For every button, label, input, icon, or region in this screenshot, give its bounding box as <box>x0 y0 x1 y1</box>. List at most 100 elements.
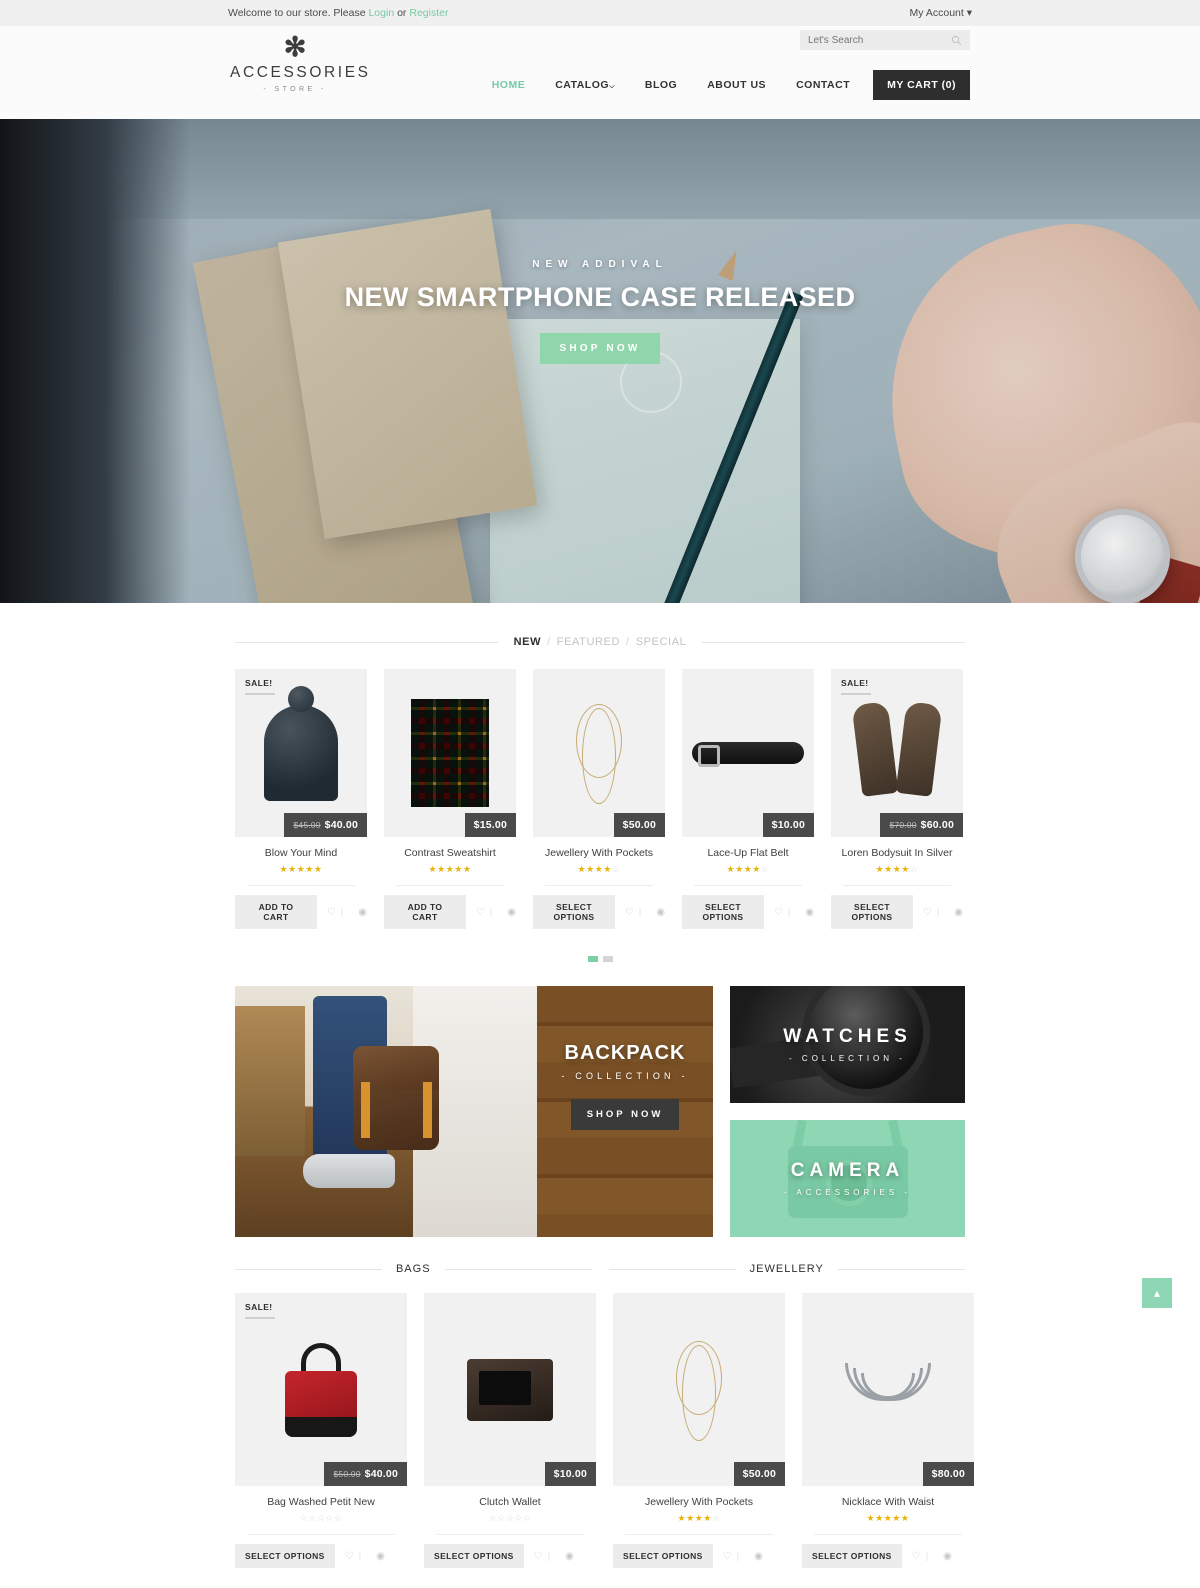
hero-banner: NEW ADDIVAL NEW SMARTPHONE CASE RELEASED… <box>0 119 1200 603</box>
product-name[interactable]: Blow Your Mind <box>235 847 367 859</box>
watches-banner-subtitle: - COLLECTION - <box>789 1054 906 1063</box>
nav-item-about-us[interactable]: ABOUT US <box>692 79 781 91</box>
product-name[interactable]: Jewellery With Pockets <box>533 847 665 859</box>
product-price: $45.00 $40.00 <box>284 813 367 837</box>
login-link[interactable]: Login <box>368 7 394 19</box>
quick-view-icon[interactable]: ◉ <box>376 1551 385 1562</box>
product-current-price: $80.00 <box>931 1468 965 1480</box>
backpack-shop-now-button[interactable]: SHOP NOW <box>570 1099 680 1130</box>
product-card[interactable]: $10.00 Clutch Wallet ☆☆☆☆☆ SELECT OPTIONS ♡ |… <box>424 1293 596 1568</box>
product-rating: ★★★★☆ <box>875 864 919 874</box>
logo-name: ACCESSORIES <box>230 64 371 81</box>
product-image <box>533 669 665 837</box>
hero-shop-now-button[interactable]: SHOP NOW <box>539 333 661 364</box>
action-divider: | <box>489 907 493 917</box>
my-cart-button[interactable]: MY CART (0) <box>873 70 970 100</box>
camera-banner[interactable]: CAMERA - ACCESSORIES - <box>730 1120 965 1237</box>
product-card[interactable]: $80.00 Nicklace With Waist ★★★★★ SELECT OPT… <box>802 1293 974 1568</box>
wishlist-icon[interactable]: ♡ <box>625 907 634 918</box>
product-current-price: $60.00 <box>920 819 954 831</box>
product-card[interactable]: SALE! $45.00 $40.00 Blow Your Mind ★★★★★ ADD … <box>235 669 367 929</box>
product-current-price: $40.00 <box>324 819 358 831</box>
card-divider <box>843 885 951 886</box>
product-card[interactable]: SALE! $50.00 $40.00 Bag Washed Petit New ☆☆☆… <box>235 1293 407 1568</box>
site-logo[interactable]: ✻ ACCESSORIES - STORE - <box>230 34 371 94</box>
product-action-button[interactable]: SELECT OPTIONS <box>831 895 913 929</box>
nav-item-home[interactable]: HOME <box>477 79 541 91</box>
carousel-dot-1[interactable] <box>587 956 598 962</box>
product-thumbnail[interactable]: $15.00 <box>384 669 516 837</box>
wishlist-icon[interactable]: ♡ <box>923 907 932 918</box>
product-price: $80.00 <box>922 1462 974 1486</box>
tab-new[interactable]: NEW <box>514 636 541 648</box>
nav-item-blog[interactable]: BLOG <box>630 79 692 91</box>
product-thumbnail[interactable]: $80.00 <box>802 1293 974 1486</box>
quick-view-icon[interactable]: ◉ <box>656 907 665 918</box>
product-action-button[interactable]: SELECT OPTIONS <box>235 1544 335 1568</box>
bags-section-title: BAGS <box>395 1263 431 1275</box>
quick-view-icon[interactable]: ◉ <box>805 907 814 918</box>
backpack-banner[interactable]: BACKPACK - COLLECTION - SHOP NOW <box>235 986 713 1237</box>
tab-featured[interactable]: FEATURED <box>557 636 620 648</box>
product-rating: ★★★★☆ <box>677 1513 721 1523</box>
backpack-banner-subtitle: - COLLECTION - <box>561 1071 689 1081</box>
product-name[interactable]: Clutch Wallet <box>424 1496 596 1508</box>
product-current-price: $15.00 <box>473 819 507 831</box>
quick-view-icon[interactable]: ◉ <box>943 1551 952 1562</box>
wishlist-icon[interactable]: ♡ <box>774 907 783 918</box>
product-thumbnail[interactable]: $50.00 <box>613 1293 785 1486</box>
product-name[interactable]: Loren Bodysuit In Silver <box>831 847 963 859</box>
wishlist-icon[interactable]: ♡ <box>723 1551 732 1562</box>
product-action-button[interactable]: SELECT OPTIONS <box>424 1544 524 1568</box>
product-thumbnail[interactable]: $10.00 <box>424 1293 596 1486</box>
wishlist-icon[interactable]: ♡ <box>912 1551 921 1562</box>
product-action-button[interactable]: SELECT OPTIONS <box>613 1544 713 1568</box>
product-action-button[interactable]: SELECT OPTIONS <box>682 895 764 929</box>
nav-item-catalog[interactable]: CATALOG⌵ <box>540 79 630 91</box>
nav-item-contact[interactable]: CONTACT <box>781 79 865 91</box>
product-name[interactable]: Contrast Sweatshirt <box>384 847 516 859</box>
product-name[interactable]: Bag Washed Petit New <box>235 1496 407 1508</box>
carousel-dot-2[interactable] <box>602 956 613 962</box>
sale-badge: SALE! <box>245 1302 275 1319</box>
scroll-to-top-button[interactable]: ▴ <box>1142 1278 1172 1308</box>
product-thumbnail[interactable]: $50.00 <box>533 669 665 837</box>
wishlist-icon[interactable]: ♡ <box>327 907 336 918</box>
product-card[interactable]: $50.00 Jewellery With Pockets ★★★★☆ SELECT … <box>533 669 665 929</box>
product-card[interactable]: $10.00 Lace-Up Flat Belt ★★★★☆ SELECT OPTIO… <box>682 669 814 929</box>
product-action-button[interactable]: SELECT OPTIONS <box>802 1544 902 1568</box>
quick-view-icon[interactable]: ◉ <box>358 907 367 918</box>
action-divider: | <box>358 1551 362 1561</box>
product-thumbnail[interactable]: SALE! $70.00 $60.00 <box>831 669 963 837</box>
product-thumbnail[interactable]: SALE! $50.00 $40.00 <box>235 1293 407 1486</box>
product-tabs: NEW / FEATURED / SPECIAL <box>235 636 965 648</box>
my-account-dropdown[interactable]: My Account ▾ <box>910 7 972 19</box>
tab-special[interactable]: SPECIAL <box>636 636 687 648</box>
wishlist-icon[interactable]: ♡ <box>345 1551 354 1562</box>
product-name[interactable]: Nicklace With Waist <box>802 1496 974 1508</box>
carousel-dots <box>235 956 965 962</box>
product-thumbnail[interactable]: SALE! $45.00 $40.00 <box>235 669 367 837</box>
product-card[interactable]: SALE! $70.00 $60.00 Loren Bodysuit In Silve… <box>831 669 963 929</box>
search-input[interactable] <box>808 34 951 46</box>
product-action-button[interactable]: SELECT OPTIONS <box>533 895 615 929</box>
quick-view-icon[interactable]: ◉ <box>507 907 516 918</box>
product-action-button[interactable]: ADD TO CART <box>384 895 466 929</box>
quick-view-icon[interactable]: ◉ <box>754 1551 763 1562</box>
quick-view-icon[interactable]: ◉ <box>565 1551 574 1562</box>
jewellery-section-header: JEWELLERY <box>608 1263 965 1275</box>
product-card[interactable]: $50.00 Jewellery With Pockets ★★★★☆ SELECT … <box>613 1293 785 1568</box>
product-name[interactable]: Lace-Up Flat Belt <box>682 847 814 859</box>
wishlist-icon[interactable]: ♡ <box>476 907 485 918</box>
product-thumbnail[interactable]: $10.00 <box>682 669 814 837</box>
product-name[interactable]: Jewellery With Pockets <box>613 1496 785 1508</box>
wishlist-icon[interactable]: ♡ <box>534 1551 543 1562</box>
product-action-button[interactable]: ADD TO CART <box>235 895 317 929</box>
search-icon[interactable] <box>951 35 962 46</box>
search-box[interactable] <box>800 30 970 50</box>
product-card[interactable]: $15.00 Contrast Sweatshirt ★★★★★ ADD TO CAR… <box>384 669 516 929</box>
register-link[interactable]: Register <box>409 7 448 19</box>
quick-view-icon[interactable]: ◉ <box>954 907 963 918</box>
watches-banner[interactable]: WATCHES - COLLECTION - <box>730 986 965 1103</box>
main-navigation: HOME CATALOG⌵ BLOG ABOUT US CONTACT MY C… <box>477 70 970 100</box>
